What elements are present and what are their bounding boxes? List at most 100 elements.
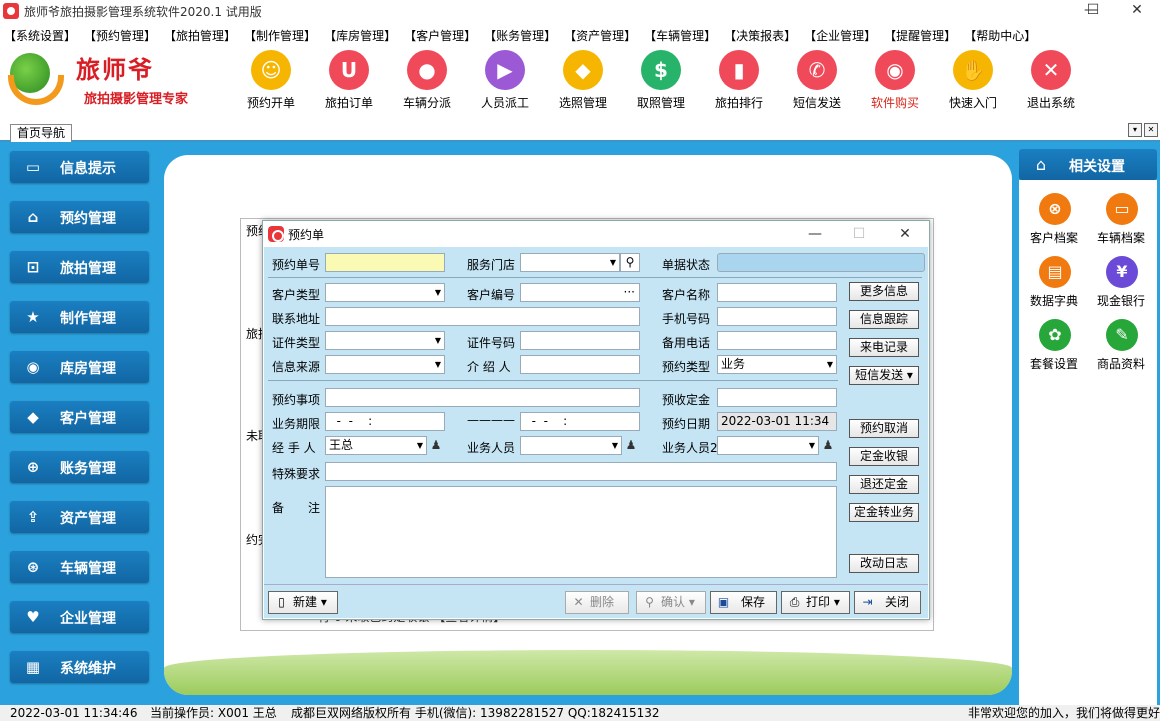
related-setting-5[interactable]: ✎ 商品资料 (1088, 319, 1154, 379)
related-setting-2[interactable]: ▤ 数据字典 (1021, 256, 1087, 316)
left-nav-item-4[interactable]: ◉ 库房管理 (10, 351, 149, 383)
menu-item-10[interactable]: 【企业管理】 (800, 26, 880, 46)
menu-item-12[interactable]: 【帮助中心】 (960, 26, 1040, 46)
toolbar-button-6[interactable]: ▮ 旅拍排行 (704, 50, 774, 112)
tab-home-nav[interactable]: 首页导航 (10, 124, 73, 142)
confirm-icon: ⚲ (645, 595, 654, 609)
left-nav-icon-5: ◆ (27, 408, 39, 426)
period-separator: ———— (467, 413, 515, 427)
side-button-5[interactable]: 定金收银 (849, 447, 919, 466)
special-input[interactable] (325, 462, 837, 481)
staff2-person-icon[interactable]: ♟ (820, 436, 836, 455)
appt-type-select[interactable]: 业务 (717, 355, 837, 374)
source-select[interactable] (325, 355, 445, 374)
save-button[interactable]: ▣ 保存 (710, 591, 777, 614)
cust-type-select[interactable] (325, 283, 445, 302)
handler-select[interactable]: 王总 (325, 436, 427, 455)
order-no-input[interactable] (325, 253, 445, 272)
home-icon: ⌂ (1035, 155, 1047, 174)
new-button[interactable]: ▯ 新建 ▾ (268, 591, 338, 614)
id-no-input[interactable] (520, 331, 640, 350)
left-nav-item-2[interactable]: ⊡ 旅拍管理 (10, 251, 149, 283)
side-button-2[interactable]: 来电记录 (849, 338, 919, 357)
maximize-button[interactable]: ☐ (1070, 0, 1116, 22)
toolbar-icon-5: $ (641, 50, 681, 90)
related-setting-4[interactable]: ✿ 套餐设置 (1021, 319, 1087, 379)
left-nav-item-6[interactable]: ⊕ 账务管理 (10, 451, 149, 483)
deposit-input[interactable] (717, 388, 837, 407)
toolbar-button-10[interactable]: ✕ 退出系统 (1016, 50, 1086, 112)
side-button-6[interactable]: 退还定金 (849, 475, 919, 494)
left-nav-item-8[interactable]: ⊛ 车辆管理 (10, 551, 149, 583)
toolbar-icon-3: ▶ (485, 50, 525, 90)
toolbar-button-0[interactable]: ☺ 预约开单 (236, 50, 306, 112)
print-button-label: 打印 ▾ (806, 595, 840, 609)
menu-item-6[interactable]: 【账务管理】 (480, 26, 560, 46)
address-input[interactable] (325, 307, 640, 326)
print-button[interactable]: ⎙ 打印 ▾ (781, 591, 850, 614)
left-nav-item-9[interactable]: ♥ 企业管理 (10, 601, 149, 633)
cust-no-input[interactable]: ··· (520, 283, 640, 302)
toolbar-button-1[interactable]: U 旅拍订单 (314, 50, 384, 112)
side-button-0[interactable]: 更多信息 (849, 282, 919, 301)
side-button-1[interactable]: 信息跟踪 (849, 310, 919, 329)
period-to-input[interactable]: - - : (520, 412, 640, 431)
menu-item-4[interactable]: 【库房管理】 (320, 26, 400, 46)
toolbar-button-7[interactable]: ✆ 短信发送 (782, 50, 852, 112)
toolbar-button-4[interactable]: ◆ 选照管理 (548, 50, 618, 112)
menu-item-3[interactable]: 【制作管理】 (240, 26, 320, 46)
left-nav-item-0[interactable]: ▭ 信息提示 (10, 151, 149, 183)
appt-item-input[interactable] (325, 388, 640, 407)
toolbar-button-3[interactable]: ▶ 人员派工 (470, 50, 540, 112)
menu-item-2[interactable]: 【旅拍管理】 (160, 26, 240, 46)
toolbar-button-9[interactable]: ✋ 快速入门 (938, 50, 1008, 112)
toolbar-label-7: 短信发送 (792, 96, 841, 110)
menu-item-8[interactable]: 【车辆管理】 (640, 26, 720, 46)
menu-item-5[interactable]: 【客户管理】 (400, 26, 480, 46)
remark-textarea[interactable] (325, 486, 837, 578)
related-setting-3[interactable]: ¥ 现金银行 (1088, 256, 1154, 316)
close-dialog-button[interactable]: ⇥ 关闭 (854, 591, 921, 614)
dialog-minimize-button[interactable]: — (795, 223, 835, 245)
store-select[interactable] (520, 253, 620, 272)
staff-select[interactable] (520, 436, 622, 455)
mobile-input[interactable] (717, 307, 837, 326)
id-type-select[interactable] (325, 331, 445, 350)
dialog-bottom-bar: ▯ 新建 ▾ ✕ 删除 ⚲ 确认 ▾ ▣ 保存 ⎙ 打印 ▾ ⇥ 关闭 (264, 584, 928, 618)
toolbar-button-2[interactable]: ● 车辆分派 (392, 50, 462, 112)
tab-close-button[interactable]: ✕ (1144, 123, 1158, 137)
related-setting-1[interactable]: ▭ 车辆档案 (1088, 193, 1154, 253)
side-button-3[interactable]: 短信发送 ▾ (849, 366, 919, 385)
left-nav-item-5[interactable]: ◆ 客户管理 (10, 401, 149, 433)
left-nav-item-1[interactable]: ⌂ 预约管理 (10, 201, 149, 233)
side-button-7[interactable]: 定金转业务 (849, 503, 919, 522)
left-nav-item-10[interactable]: ▦ 系统维护 (10, 651, 149, 683)
close-button[interactable]: ✕ (1114, 0, 1160, 22)
menu-item-0[interactable]: 【系统设置】 (0, 26, 80, 46)
backup-phone-input[interactable] (717, 331, 837, 350)
related-setting-0[interactable]: ⊗ 客户档案 (1021, 193, 1087, 253)
side-button-4[interactable]: 预约取消 (849, 419, 919, 438)
referrer-input[interactable] (520, 355, 640, 374)
left-nav-item-7[interactable]: ⇪ 资产管理 (10, 501, 149, 533)
dialog-close-button[interactable]: ✕ (885, 223, 925, 245)
staff-person-icon[interactable]: ♟ (623, 436, 639, 455)
staff2-select[interactable] (717, 436, 819, 455)
cust-name-input[interactable] (717, 283, 837, 302)
left-nav-item-3[interactable]: ★ 制作管理 (10, 301, 149, 333)
side-button-8[interactable]: 改动日志 (849, 554, 919, 573)
menu-item-1[interactable]: 【预约管理】 (80, 26, 160, 46)
related-setting-label-2: 数据字典 (1029, 294, 1078, 308)
cust-no-browse-icon[interactable]: ··· (624, 284, 635, 301)
toolbar-button-8[interactable]: ◉ 软件购买 (860, 50, 930, 112)
handler-person-icon[interactable]: ♟ (428, 436, 444, 455)
related-setting-label-5: 商品资料 (1096, 357, 1145, 371)
period-from-input[interactable]: - - : (325, 412, 445, 431)
store-search-icon[interactable]: ⚲ (620, 253, 640, 272)
menu-item-9[interactable]: 【决策报表】 (720, 26, 800, 46)
toolbar-button-5[interactable]: $ 取照管理 (626, 50, 696, 112)
menu-item-7[interactable]: 【资产管理】 (560, 26, 640, 46)
menu-item-11[interactable]: 【提醒管理】 (880, 26, 960, 46)
tab-list-button[interactable]: ▾ (1128, 123, 1142, 137)
left-nav-icon-6: ⊕ (26, 458, 40, 476)
